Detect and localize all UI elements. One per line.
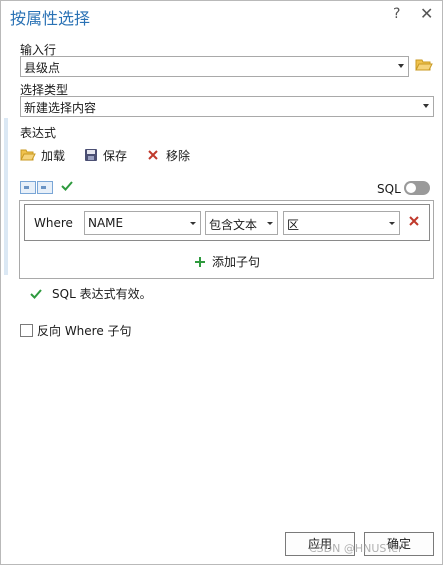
operator-dropdown[interactable]: 包含文本 — [205, 211, 278, 235]
selection-type-value: 新建选择内容 — [24, 101, 97, 115]
add-clause-button[interactable]: 添加子句 — [194, 253, 260, 270]
view-mode-buttons — [20, 181, 53, 194]
folder-open-icon — [20, 149, 36, 161]
close-icon — [148, 150, 158, 160]
validation-status: SQL 表达式有效。 — [29, 285, 152, 302]
list-mode-icon[interactable] — [37, 181, 53, 194]
operator-value: 包含文本 — [209, 218, 258, 232]
remove-label: 移除 — [166, 148, 191, 163]
chevron-down-icon — [423, 104, 429, 108]
invert-where-clause-checkbox[interactable]: 反向 Where 子句 — [20, 322, 132, 339]
folder-open-icon[interactable] — [415, 57, 433, 73]
save-icon — [85, 149, 97, 161]
remove-button[interactable]: 移除 — [147, 146, 190, 164]
chevron-down-icon — [398, 64, 404, 68]
validation-message: SQL 表达式有效。 — [52, 287, 152, 301]
plus-icon — [195, 256, 205, 267]
field-dropdown[interactable]: NAME — [84, 211, 201, 235]
remove-clause-button[interactable] — [408, 215, 420, 230]
chevron-down-icon — [267, 222, 273, 225]
sql-toggle[interactable] — [404, 181, 430, 195]
chevron-down-icon — [389, 222, 395, 225]
add-clause-label: 添加子句 — [212, 255, 261, 269]
check-icon — [30, 288, 42, 299]
dialog-title: 按属性选择 — [10, 9, 91, 28]
value-value: 区 — [287, 218, 300, 232]
close-icon — [409, 216, 419, 226]
expression-label: 表达式 — [20, 126, 57, 140]
clause-mode-icon[interactable] — [20, 181, 36, 194]
sql-label: SQL — [377, 182, 401, 196]
selection-type-dropdown[interactable]: 新建选择内容 — [20, 96, 434, 117]
load-label: 加载 — [41, 148, 66, 163]
save-button[interactable]: 保存 — [84, 146, 127, 164]
input-rows-dropdown[interactable]: 县级点 — [20, 56, 409, 77]
where-label: Where — [34, 216, 73, 230]
save-label: 保存 — [103, 148, 128, 163]
dialog-window: 按属性选择 ? ✕ 输入行 县级点 选择类型 新建选择内容 表达式 加载 保存 … — [0, 0, 443, 565]
checkbox-box[interactable] — [20, 324, 33, 337]
verify-check-icon[interactable] — [60, 179, 74, 196]
watermark: CSDN @HNUSTer — [309, 542, 403, 555]
field-value: NAME — [88, 216, 124, 230]
help-button[interactable]: ? — [393, 6, 400, 22]
section-accent-bar — [4, 118, 8, 275]
input-rows-value: 县级点 — [24, 61, 61, 75]
close-button[interactable]: ✕ — [420, 4, 433, 23]
title-bar: 按属性选择 ? ✕ — [1, 1, 442, 31]
invert-label: 反向 Where 子句 — [37, 324, 132, 338]
chevron-down-icon — [190, 222, 196, 225]
load-button[interactable]: 加载 — [20, 146, 65, 164]
value-dropdown[interactable]: 区 — [283, 211, 400, 235]
